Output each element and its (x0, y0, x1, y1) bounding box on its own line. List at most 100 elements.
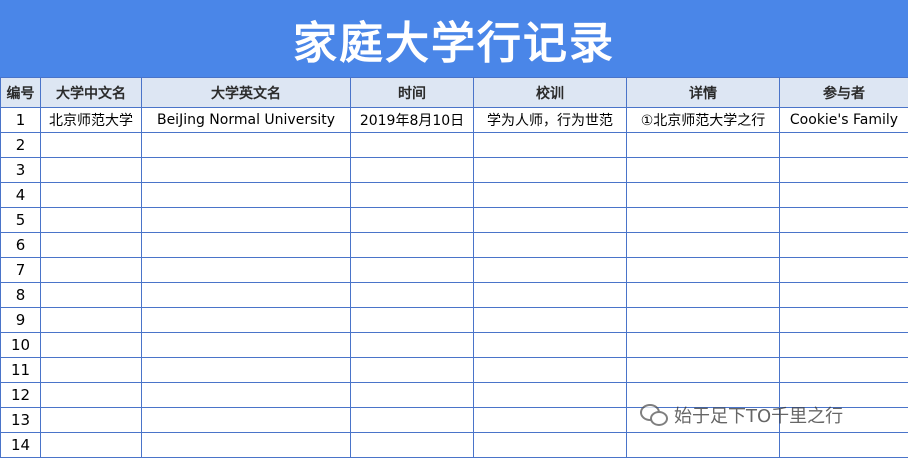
cell-details[interactable] (627, 133, 780, 158)
cell-motto[interactable] (474, 233, 627, 258)
cell-cn-name[interactable]: 北京师范大学 (41, 108, 142, 133)
cell-id[interactable]: 2 (1, 133, 41, 158)
cell-date[interactable] (351, 283, 474, 308)
cell-date[interactable] (351, 208, 474, 233)
cell-en-name[interactable] (142, 383, 351, 408)
cell-date[interactable] (351, 183, 474, 208)
cell-date[interactable] (351, 408, 474, 433)
cell-details[interactable] (627, 183, 780, 208)
cell-participants[interactable] (780, 158, 908, 183)
cell-participants[interactable] (780, 433, 908, 458)
cell-date[interactable] (351, 158, 474, 183)
cell-motto[interactable] (474, 333, 627, 358)
cell-cn-name[interactable] (41, 133, 142, 158)
cell-participants[interactable] (780, 208, 908, 233)
cell-motto[interactable] (474, 433, 627, 458)
cell-motto[interactable] (474, 283, 627, 308)
cell-date[interactable] (351, 133, 474, 158)
cell-id[interactable]: 1 (1, 108, 41, 133)
cell-id[interactable]: 14 (1, 433, 41, 458)
cell-id[interactable]: 6 (1, 233, 41, 258)
cell-date[interactable] (351, 258, 474, 283)
column-header-details[interactable]: 详情 (627, 78, 780, 108)
cell-motto[interactable] (474, 158, 627, 183)
cell-date[interactable] (351, 433, 474, 458)
cell-participants[interactable] (780, 283, 908, 308)
cell-details[interactable] (627, 283, 780, 308)
cell-date[interactable] (351, 383, 474, 408)
cell-details[interactable] (627, 358, 780, 383)
cell-id[interactable]: 8 (1, 283, 41, 308)
cell-id[interactable]: 9 (1, 308, 41, 333)
cell-en-name[interactable] (142, 283, 351, 308)
cell-cn-name[interactable] (41, 408, 142, 433)
cell-id[interactable]: 10 (1, 333, 41, 358)
cell-participants[interactable]: Cookie's Family (780, 108, 908, 133)
cell-motto[interactable] (474, 308, 627, 333)
cell-details[interactable] (627, 208, 780, 233)
cell-motto[interactable] (474, 133, 627, 158)
cell-details[interactable] (627, 308, 780, 333)
cell-details[interactable] (627, 258, 780, 283)
cell-en-name[interactable] (142, 208, 351, 233)
cell-cn-name[interactable] (41, 233, 142, 258)
cell-date[interactable] (351, 333, 474, 358)
cell-en-name[interactable] (142, 433, 351, 458)
cell-id[interactable]: 12 (1, 383, 41, 408)
cell-cn-name[interactable] (41, 383, 142, 408)
cell-id[interactable]: 13 (1, 408, 41, 433)
cell-id[interactable]: 4 (1, 183, 41, 208)
cell-participants[interactable] (780, 183, 908, 208)
cell-details[interactable] (627, 233, 780, 258)
cell-cn-name[interactable] (41, 308, 142, 333)
cell-en-name[interactable] (142, 133, 351, 158)
cell-cn-name[interactable] (41, 283, 142, 308)
cell-id[interactable]: 3 (1, 158, 41, 183)
cell-participants[interactable] (780, 358, 908, 383)
cell-date[interactable] (351, 233, 474, 258)
cell-en-name[interactable] (142, 408, 351, 433)
cell-details[interactable] (627, 158, 780, 183)
cell-cn-name[interactable] (41, 183, 142, 208)
cell-motto[interactable] (474, 183, 627, 208)
column-header-date[interactable]: 时间 (351, 78, 474, 108)
column-header-participants[interactable]: 参与者 (780, 78, 908, 108)
cell-cn-name[interactable] (41, 358, 142, 383)
cell-en-name[interactable]: BeiJing Normal University (142, 108, 351, 133)
cell-date[interactable] (351, 308, 474, 333)
cell-participants[interactable] (780, 333, 908, 358)
cell-cn-name[interactable] (41, 333, 142, 358)
column-header-id[interactable]: 编号 (1, 78, 41, 108)
cell-date[interactable] (351, 358, 474, 383)
cell-en-name[interactable] (142, 308, 351, 333)
cell-participants[interactable] (780, 133, 908, 158)
cell-participants[interactable] (780, 233, 908, 258)
cell-motto[interactable] (474, 208, 627, 233)
column-header-motto[interactable]: 校训 (474, 78, 627, 108)
cell-participants[interactable] (780, 308, 908, 333)
cell-participants[interactable] (780, 258, 908, 283)
cell-details[interactable]: ①北京师范大学之行 (627, 108, 780, 133)
cell-en-name[interactable] (142, 258, 351, 283)
cell-id[interactable]: 11 (1, 358, 41, 383)
cell-en-name[interactable] (142, 333, 351, 358)
cell-motto[interactable] (474, 358, 627, 383)
cell-en-name[interactable] (142, 358, 351, 383)
cell-en-name[interactable] (142, 183, 351, 208)
cell-date[interactable]: 2019年8月10日 (351, 108, 474, 133)
cell-id[interactable]: 5 (1, 208, 41, 233)
cell-motto[interactable] (474, 408, 627, 433)
cell-cn-name[interactable] (41, 258, 142, 283)
column-header-en-name[interactable]: 大学英文名 (142, 78, 351, 108)
cell-motto[interactable] (474, 258, 627, 283)
cell-cn-name[interactable] (41, 208, 142, 233)
cell-details[interactable] (627, 333, 780, 358)
cell-en-name[interactable] (142, 158, 351, 183)
cell-motto[interactable]: 学为人师，行为世范 (474, 108, 627, 133)
cell-cn-name[interactable] (41, 433, 142, 458)
cell-id[interactable]: 7 (1, 258, 41, 283)
cell-cn-name[interactable] (41, 158, 142, 183)
cell-details[interactable] (627, 433, 780, 458)
cell-en-name[interactable] (142, 233, 351, 258)
cell-motto[interactable] (474, 383, 627, 408)
